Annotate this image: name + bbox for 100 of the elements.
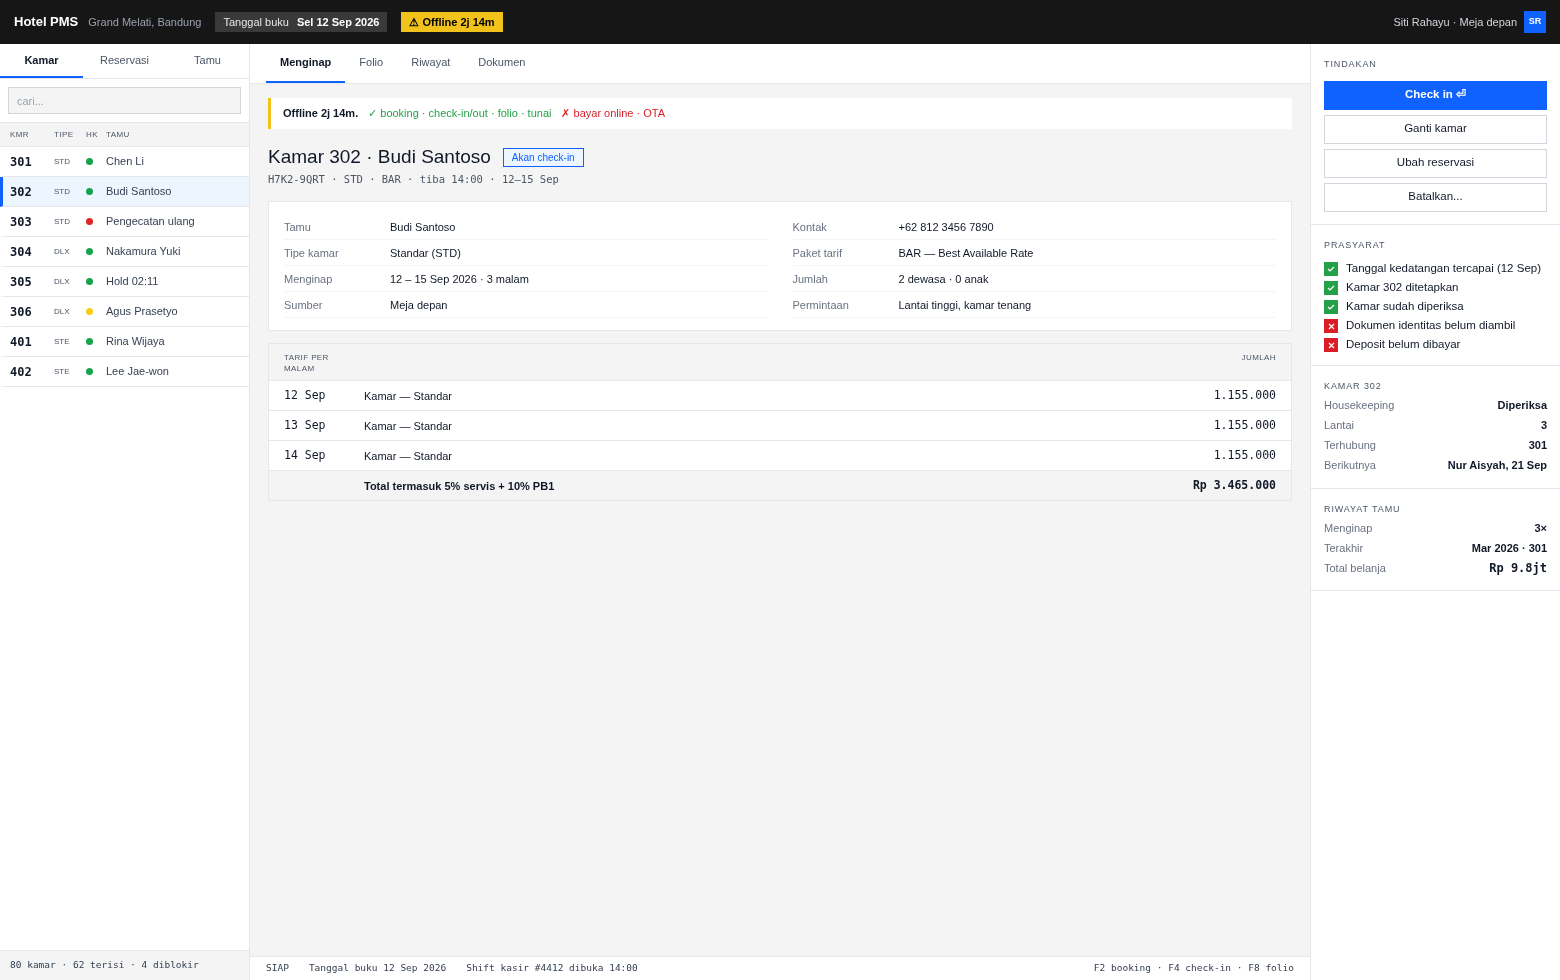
offline-badge: ⚠ Offline 2j 14m <box>401 12 503 32</box>
total-amount: Rp 3.465.000 <box>1192 477 1276 495</box>
info-value: 3 <box>1540 418 1547 434</box>
shortcut-hints: F2 booking · F4 check-in · F8 folio <box>1093 961 1294 976</box>
info-label: Terhubung <box>1324 438 1376 454</box>
property-name: Grand Melati, Bandung <box>88 14 202 30</box>
room-number: 301 <box>10 153 33 171</box>
detail-tab[interactable]: Dokumen <box>464 44 540 83</box>
user-avatar[interactable]: SR <box>1524 11 1546 33</box>
detail-tab[interactable]: Riwayat <box>397 44 465 83</box>
table-cell-text: Kamar — Standar <box>364 418 453 434</box>
room-row[interactable]: 306 DLX Agus Prasetyo <box>0 297 249 327</box>
banner-title: Offline 2j 14m. <box>283 106 359 122</box>
room-number: 306 <box>10 303 33 321</box>
guest-name: Agus Prasetyo <box>106 304 178 320</box>
section-title: PRASYARAT <box>1324 238 1387 252</box>
section-title: TINDAKAN <box>1324 58 1378 71</box>
table-cell: 1.155.000 <box>1213 387 1276 405</box>
info-label: Housekeeping <box>1324 398 1395 414</box>
app-title: Hotel PMS <box>14 13 79 32</box>
info-value: 3× <box>1534 520 1547 536</box>
detail-value: Standar (STD) <box>390 245 461 261</box>
table-cell: 1.155.000 <box>1213 417 1276 435</box>
detail-tab[interactable]: Folio <box>345 44 398 83</box>
room-row[interactable]: 401 STE Rina Wijaya <box>0 327 249 357</box>
status-text: SIAP <box>266 961 289 976</box>
guest-name: Nakamura Yuki <box>106 244 181 260</box>
guest-name: Lee Jae-won <box>106 364 169 380</box>
table-cell-text: 14 Sep <box>284 447 327 465</box>
room-type: STE <box>54 335 71 348</box>
detail-label: Tipe kamar <box>284 245 340 261</box>
table-cell: 1.155.000 <box>1213 447 1276 465</box>
detail-label: Jumlah <box>792 271 829 287</box>
action-button[interactable]: Check in ⏎ <box>1324 80 1547 110</box>
detail-label: Tamu <box>284 219 312 235</box>
table-cell-text: 12 Sep <box>284 387 327 405</box>
status-badge: Akan check-in <box>502 147 584 167</box>
sidebar-tab[interactable]: Tamu <box>166 44 249 78</box>
detail-value: Budi Santoso <box>390 219 456 235</box>
detail-value: 2 dewasa · 0 anak <box>898 271 989 287</box>
room-row[interactable]: 402 STE Lee Jae-won <box>0 357 249 387</box>
detail-label: Permintaan <box>792 297 850 313</box>
sidebar-tab[interactable]: Reservasi <box>83 44 166 78</box>
room-type: STD <box>54 215 71 228</box>
prerequisite-text: Dokumen identitas belum diambil <box>1346 318 1516 334</box>
sidebar-tab[interactable]: Kamar <box>0 44 83 78</box>
room-type: STD <box>54 155 71 168</box>
room-row[interactable]: 303 STD Pengecatan ulang <box>0 207 249 237</box>
guest-name: Pengecatan ulang <box>106 214 195 230</box>
detail-label: Kontak <box>792 219 828 235</box>
info-label: Total belanja <box>1324 560 1386 576</box>
prerequisite-text: Kamar 302 ditetapkan <box>1346 280 1459 296</box>
room-type: DLX <box>54 275 71 288</box>
room-row[interactable]: 302 STD Budi Santoso <box>0 177 249 207</box>
room-number: 402 <box>10 363 33 381</box>
action-button[interactable]: Batalkan... <box>1324 182 1547 212</box>
check-icon <box>1324 281 1338 295</box>
info-value: Nur Aisyah, 21 Sep <box>1447 458 1547 474</box>
detail-value: 12 – 15 Sep 2026 · 3 malam <box>390 271 529 287</box>
prerequisite-text: Kamar sudah diperiksa <box>1346 299 1464 315</box>
reservation-title: Kamar 302 · Budi Santoso <box>268 145 491 169</box>
column-header: HK <box>86 128 99 141</box>
room-row[interactable]: 304 DLX Nakamura Yuki <box>0 237 249 267</box>
detail-tab[interactable]: Menginap <box>266 44 346 83</box>
room-number: 304 <box>10 243 33 261</box>
detail-label: Menginap <box>284 271 334 287</box>
room-type: DLX <box>54 245 71 258</box>
prerequisite-text: Tanggal kedatangan tercapai (12 Sep) <box>1346 261 1541 277</box>
cross-icon <box>1324 338 1338 352</box>
reservation-subtitle: H7K2-9QRT · STD · BAR · tiba 14:00 · 12–15 Sep <box>268 171 560 187</box>
room-row[interactable]: 305 DLX Hold 02:11 <box>0 267 249 297</box>
check-icon <box>1324 300 1338 314</box>
section-title: KAMAR 302 <box>1324 380 1383 393</box>
column-header: TARIF PER MALAM <box>284 352 330 376</box>
info-value: Mar 2026 · 301 <box>1471 540 1547 556</box>
guest-name: Budi Santoso <box>106 184 172 200</box>
action-button[interactable]: Ganti kamar <box>1324 114 1547 144</box>
info-label: Terakhir <box>1324 540 1364 556</box>
search-field[interactable]: cari... <box>8 87 241 114</box>
info-label: Lantai <box>1324 418 1354 434</box>
room-type: DLX <box>54 305 71 318</box>
available-features: ✓ booking · check-in/out · folio · tunai <box>368 106 552 122</box>
room-number: 401 <box>10 333 33 351</box>
room-number: 303 <box>10 213 33 231</box>
total-label: Total termasuk 5% servis + 10% PB1 <box>364 478 555 494</box>
detail-label: Sumber <box>284 297 324 313</box>
column-header: JUMLAH <box>1241 352 1276 365</box>
prerequisite-text: Deposit belum dibayar <box>1346 337 1461 353</box>
room-summary: 80 kamar · 62 terisi · 4 diblokir <box>10 958 199 973</box>
book-date: Sel 12 Sep 2026 <box>296 14 380 30</box>
guest-name: Rina Wijaya <box>106 334 165 350</box>
detail-value: BAR — Best Available Rate <box>898 245 1034 261</box>
action-button[interactable]: Ubah reservasi <box>1324 148 1547 178</box>
info-value: 301 <box>1528 438 1547 454</box>
room-type: STD <box>54 185 71 198</box>
guest-name: Hold 02:11 <box>106 274 159 290</box>
book-date-label: Tanggal buku <box>223 14 289 30</box>
status-text: Shift kasir #4412 dibuka 14:00 <box>466 961 638 976</box>
check-icon <box>1324 262 1338 276</box>
room-number: 302 <box>10 183 33 201</box>
